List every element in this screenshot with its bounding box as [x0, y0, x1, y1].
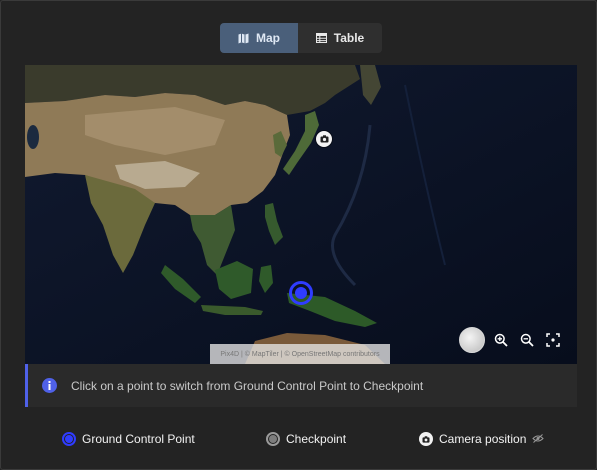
zoom-out-icon — [520, 333, 534, 347]
view-toggle: Map Table — [220, 23, 382, 53]
zoom-out-button[interactable] — [517, 330, 537, 350]
camera-icon — [419, 432, 433, 446]
legend-checkpoint: Checkpoint — [266, 428, 346, 450]
map-tab-label: Map — [256, 31, 280, 45]
visibility-toggle-icon[interactable] — [532, 432, 545, 446]
camera-position-marker[interactable] — [316, 131, 332, 147]
legend-checkpoint-label: Checkpoint — [286, 432, 347, 446]
info-icon — [42, 378, 57, 393]
map-terrain — [25, 65, 577, 364]
zoom-in-icon — [494, 333, 508, 347]
ground-control-point-marker[interactable] — [289, 281, 313, 305]
satellite-map[interactable]: Pix4D | © MapTiler | © OpenStreetMap con… — [25, 65, 577, 364]
legend-gcp-label: Ground Control Point — [82, 432, 195, 446]
fit-extent-button[interactable] — [543, 330, 563, 350]
map-attribution: Pix4D | © MapTiler | © OpenStreetMap con… — [210, 344, 390, 364]
fit-extent-icon — [546, 333, 560, 347]
table-tab[interactable]: Table — [298, 23, 382, 53]
map-tab[interactable]: Map — [220, 23, 298, 53]
zoom-in-button[interactable] — [491, 330, 511, 350]
checkpoint-icon — [266, 432, 280, 446]
info-text: Click on a point to switch from Ground C… — [71, 378, 424, 393]
map-icon — [238, 33, 249, 44]
info-banner: Click on a point to switch from Ground C… — [25, 364, 577, 407]
table-tab-label: Table — [333, 31, 365, 45]
camera-icon — [320, 135, 328, 143]
legend-camera-position: Camera position — [419, 428, 545, 450]
legend-camera-label: Camera position — [439, 432, 527, 446]
map-legend: Ground Control Point Checkpoint Camera p… — [0, 428, 597, 450]
table-icon — [315, 33, 327, 43]
ground-control-point-icon — [62, 432, 76, 446]
basemap-switcher-button[interactable] — [459, 327, 485, 353]
map-controls — [459, 327, 577, 353]
legend-ground-control-point: Ground Control Point — [62, 428, 195, 450]
